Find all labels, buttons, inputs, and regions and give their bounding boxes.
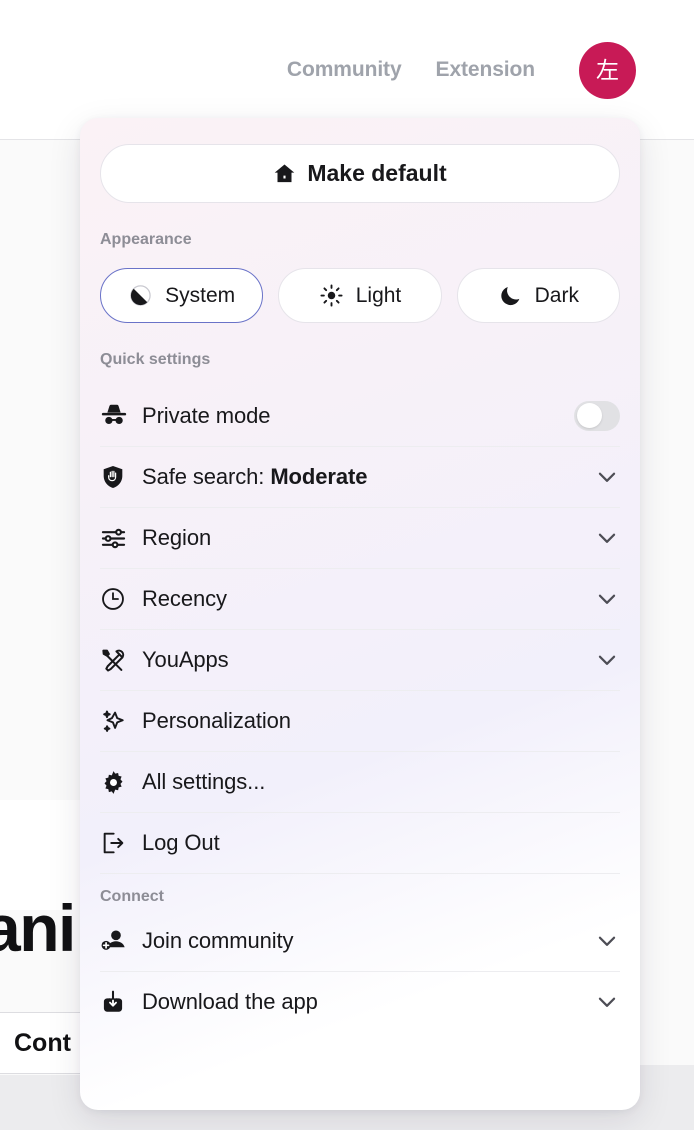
sun-icon [319, 283, 344, 308]
connect-list: Join community Download the app [100, 910, 620, 1032]
row-all-settings-label: All settings... [142, 769, 266, 794]
user-plus-icon [100, 927, 142, 954]
toggle-knob [577, 403, 602, 428]
row-personalization[interactable]: Personalization [100, 690, 620, 751]
appearance-option-dark[interactable]: Dark [456, 268, 620, 323]
youapps-chevron[interactable] [574, 647, 620, 673]
make-default-label: Make default [307, 160, 447, 186]
connect-section-divider [100, 873, 620, 874]
safe-search-chevron[interactable] [574, 464, 620, 490]
moon-icon [498, 283, 523, 308]
appearance-option-light-label: Light [355, 283, 402, 307]
make-default-button[interactable]: Make default [100, 144, 620, 203]
app-root: ani Cont Community Extension 左 Make defa… [0, 0, 694, 1130]
row-safe-search[interactable]: Safe search: Moderate [100, 446, 620, 507]
appearance-option-system-label: System [165, 283, 236, 307]
join-community-chevron[interactable] [574, 928, 620, 954]
appearance-section-label: Appearance [100, 231, 192, 248]
row-download-app-label: Download the app [142, 989, 318, 1014]
nav-link-community[interactable]: Community [287, 58, 402, 82]
row-download-app[interactable]: Download the app [100, 971, 620, 1032]
appearance-option-light[interactable]: Light [278, 268, 442, 323]
tools-icon [100, 647, 142, 674]
row-private-mode-label: Private mode [142, 402, 271, 428]
row-recency[interactable]: Recency [100, 568, 620, 629]
row-region-label: Region [142, 525, 212, 550]
sparkles-icon [100, 708, 142, 735]
row-personalization-label: Personalization [142, 708, 291, 733]
download-app-chevron[interactable] [574, 989, 620, 1015]
logout-icon [100, 830, 142, 856]
row-recency-label: Recency [142, 586, 227, 611]
nav-link-extension[interactable]: Extension [436, 58, 536, 82]
quick-settings-section-label: Quick settings [100, 351, 211, 368]
private-mode-toggle-wrap [574, 400, 620, 431]
quick-settings-list: Private mode Safe search: Moderate Regio… [100, 385, 620, 873]
shield-hand-icon [100, 464, 142, 490]
gear-icon [100, 769, 142, 796]
background-heading-text: ani [0, 891, 76, 965]
row-region[interactable]: Region [100, 507, 620, 568]
private-mode-toggle[interactable] [574, 400, 620, 431]
row-join-community-label: Join community [142, 927, 294, 953]
download-icon [100, 989, 142, 1015]
row-all-settings[interactable]: All settings... [100, 751, 620, 812]
row-youapps[interactable]: YouApps [100, 629, 620, 690]
row-join-community[interactable]: Join community [100, 910, 620, 971]
appearance-option-dark-label: Dark [534, 283, 579, 307]
half-circle-icon [128, 283, 153, 308]
row-log-out-label: Log Out [142, 830, 220, 855]
recency-chevron[interactable] [574, 586, 620, 612]
avatar[interactable]: 左 [579, 41, 636, 99]
row-safe-search-label: Safe search: Moderate [142, 464, 368, 489]
sliders-icon [100, 525, 142, 552]
account-dropdown-panel: Make default Appearance System Light Dar… [80, 118, 640, 1110]
connect-section-label: Connect [100, 888, 164, 905]
row-log-out[interactable]: Log Out [100, 812, 620, 873]
region-chevron[interactable] [574, 525, 620, 551]
clock-icon [100, 586, 142, 612]
appearance-options: System Light Dark [100, 268, 620, 323]
home-icon [273, 162, 296, 185]
incognito-hat-icon [100, 402, 142, 430]
row-youapps-label: YouApps [142, 647, 229, 672]
row-private-mode[interactable]: Private mode [100, 385, 620, 446]
header-nav: Community Extension 左 [0, 40, 694, 100]
appearance-option-system[interactable]: System [100, 268, 264, 323]
